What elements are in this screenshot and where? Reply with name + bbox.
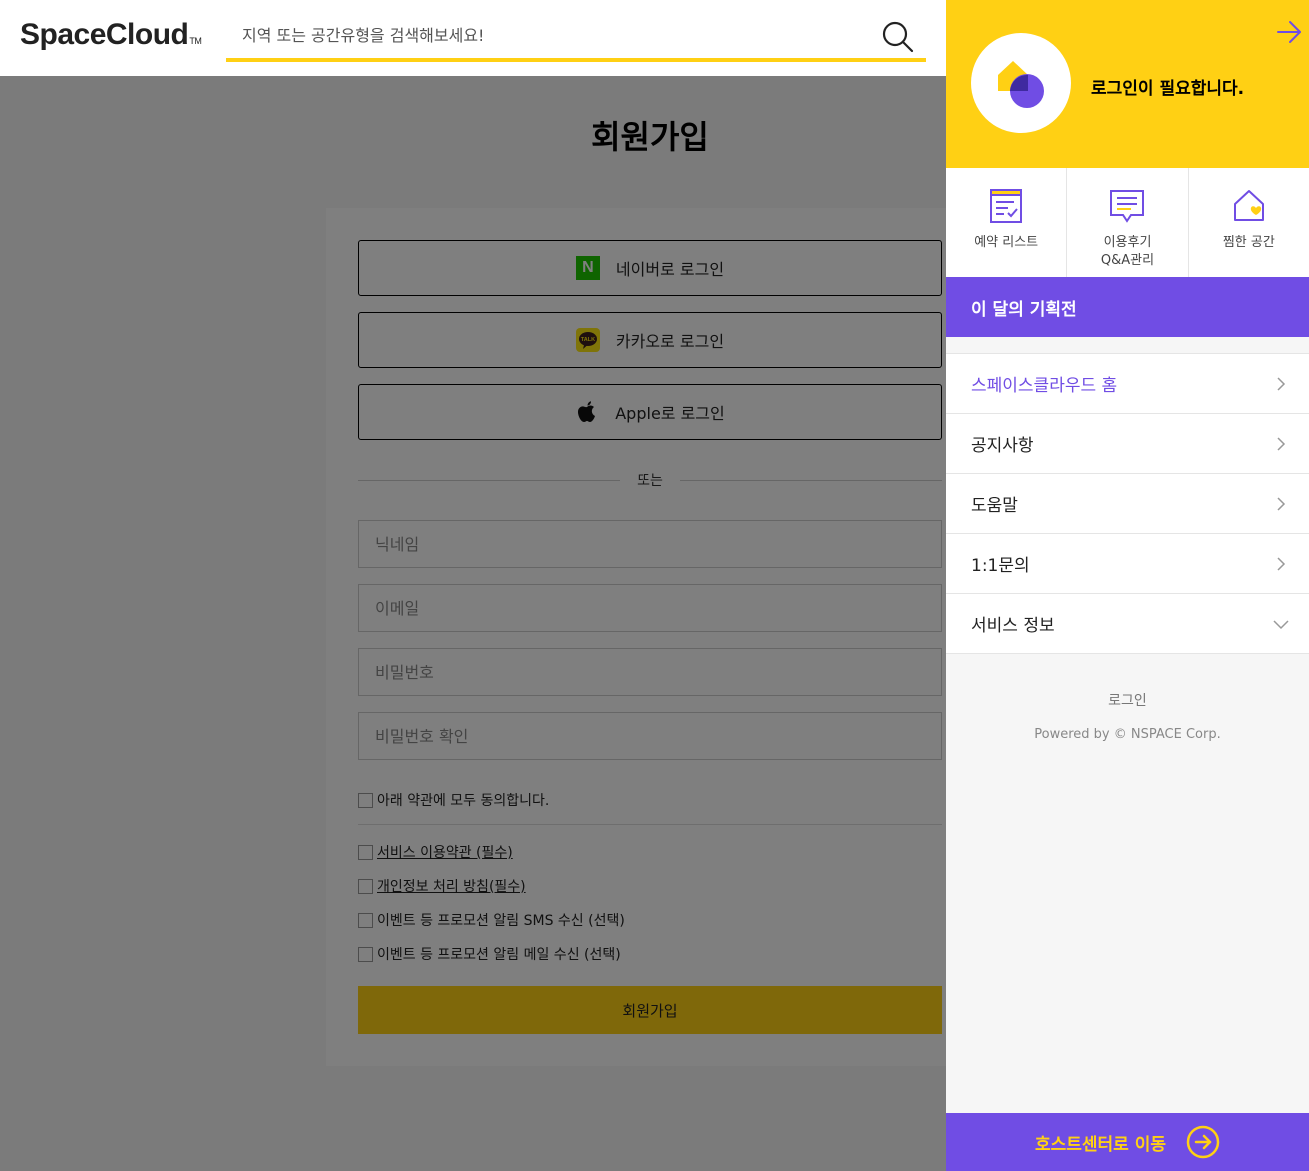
- search-input[interactable]: [226, 13, 866, 57]
- dim-overlay[interactable]: [0, 76, 946, 1171]
- menu-item-help[interactable]: 도움말: [946, 474, 1309, 534]
- drawer-login-link[interactable]: 로그인: [946, 690, 1309, 710]
- menu-item-home[interactable]: 스페이스클라우드 홈: [946, 354, 1309, 414]
- login-required-text: 로그인이 필요합니다.: [1091, 79, 1245, 99]
- logo-trademark: TM: [189, 36, 202, 46]
- quick-menu: 예약 리스트 이용후기 Q&A관리 찜한 공간: [946, 168, 1309, 277]
- review-icon: [1110, 190, 1145, 223]
- chevron-right-icon: [1277, 556, 1286, 571]
- chevron-right-icon: [1277, 376, 1286, 391]
- quick-item-label: 예약 리스트: [974, 235, 1039, 250]
- reservation-list-icon: [990, 189, 1023, 223]
- menu-item-label: 1:1문의: [971, 556, 1030, 576]
- arrow-circle-right-icon: [1186, 1125, 1220, 1159]
- menu-item-label: 도움말: [971, 496, 1018, 516]
- drawer-menu: 스페이스클라우드 홈 공지사항 도움말 1:1문의 서비스 정보: [946, 353, 1309, 654]
- site-header: SpaceCloudTM: [0, 0, 946, 76]
- spacecloud-mascot-icon: [998, 61, 1044, 108]
- drawer-header: 로그인이 필요합니다.: [946, 0, 1309, 168]
- host-center-label: 호스트센터로 이동: [1034, 1134, 1167, 1155]
- host-center-button[interactable]: 호스트센터로 이동: [946, 1113, 1309, 1171]
- search-bar: [226, 13, 926, 62]
- menu-item-notice[interactable]: 공지사항: [946, 414, 1309, 474]
- spacecloud-logo[interactable]: SpaceCloudTM: [20, 18, 202, 52]
- avatar[interactable]: [971, 33, 1071, 133]
- chevron-right-icon: [1277, 436, 1286, 451]
- quick-wishlist[interactable]: 찜한 공간: [1189, 168, 1309, 277]
- arrow-right-icon[interactable]: [1275, 18, 1303, 46]
- quick-item-label: 찜한 공간: [1222, 235, 1275, 250]
- search-icon[interactable]: [880, 19, 916, 55]
- monthly-promotion-banner[interactable]: 이 달의 기획전: [946, 277, 1309, 337]
- menu-item-label: 스페이스클라우드 홈: [971, 376, 1118, 396]
- quick-item-label: 이용후기 Q&A관리: [1100, 235, 1155, 268]
- quick-review-qna[interactable]: 이용후기 Q&A관리: [1067, 168, 1189, 277]
- side-drawer: 로그인이 필요합니다. 예약 리스트 이용후기 Q&A관리 찜한 공간 이 달의…: [946, 0, 1309, 1171]
- menu-item-label: 서비스 정보: [971, 616, 1055, 636]
- chevron-down-icon: [1273, 619, 1289, 629]
- powered-by-text: Powered by © NSPACE Corp.: [1034, 727, 1221, 742]
- quick-reservation-list[interactable]: 예약 리스트: [946, 168, 1068, 277]
- menu-item-label: 공지사항: [971, 436, 1034, 456]
- chevron-right-icon: [1277, 496, 1286, 511]
- menu-item-service-info[interactable]: 서비스 정보: [946, 594, 1309, 654]
- menu-item-inquiry[interactable]: 1:1문의: [946, 534, 1309, 594]
- wishlist-home-icon: [1233, 190, 1264, 221]
